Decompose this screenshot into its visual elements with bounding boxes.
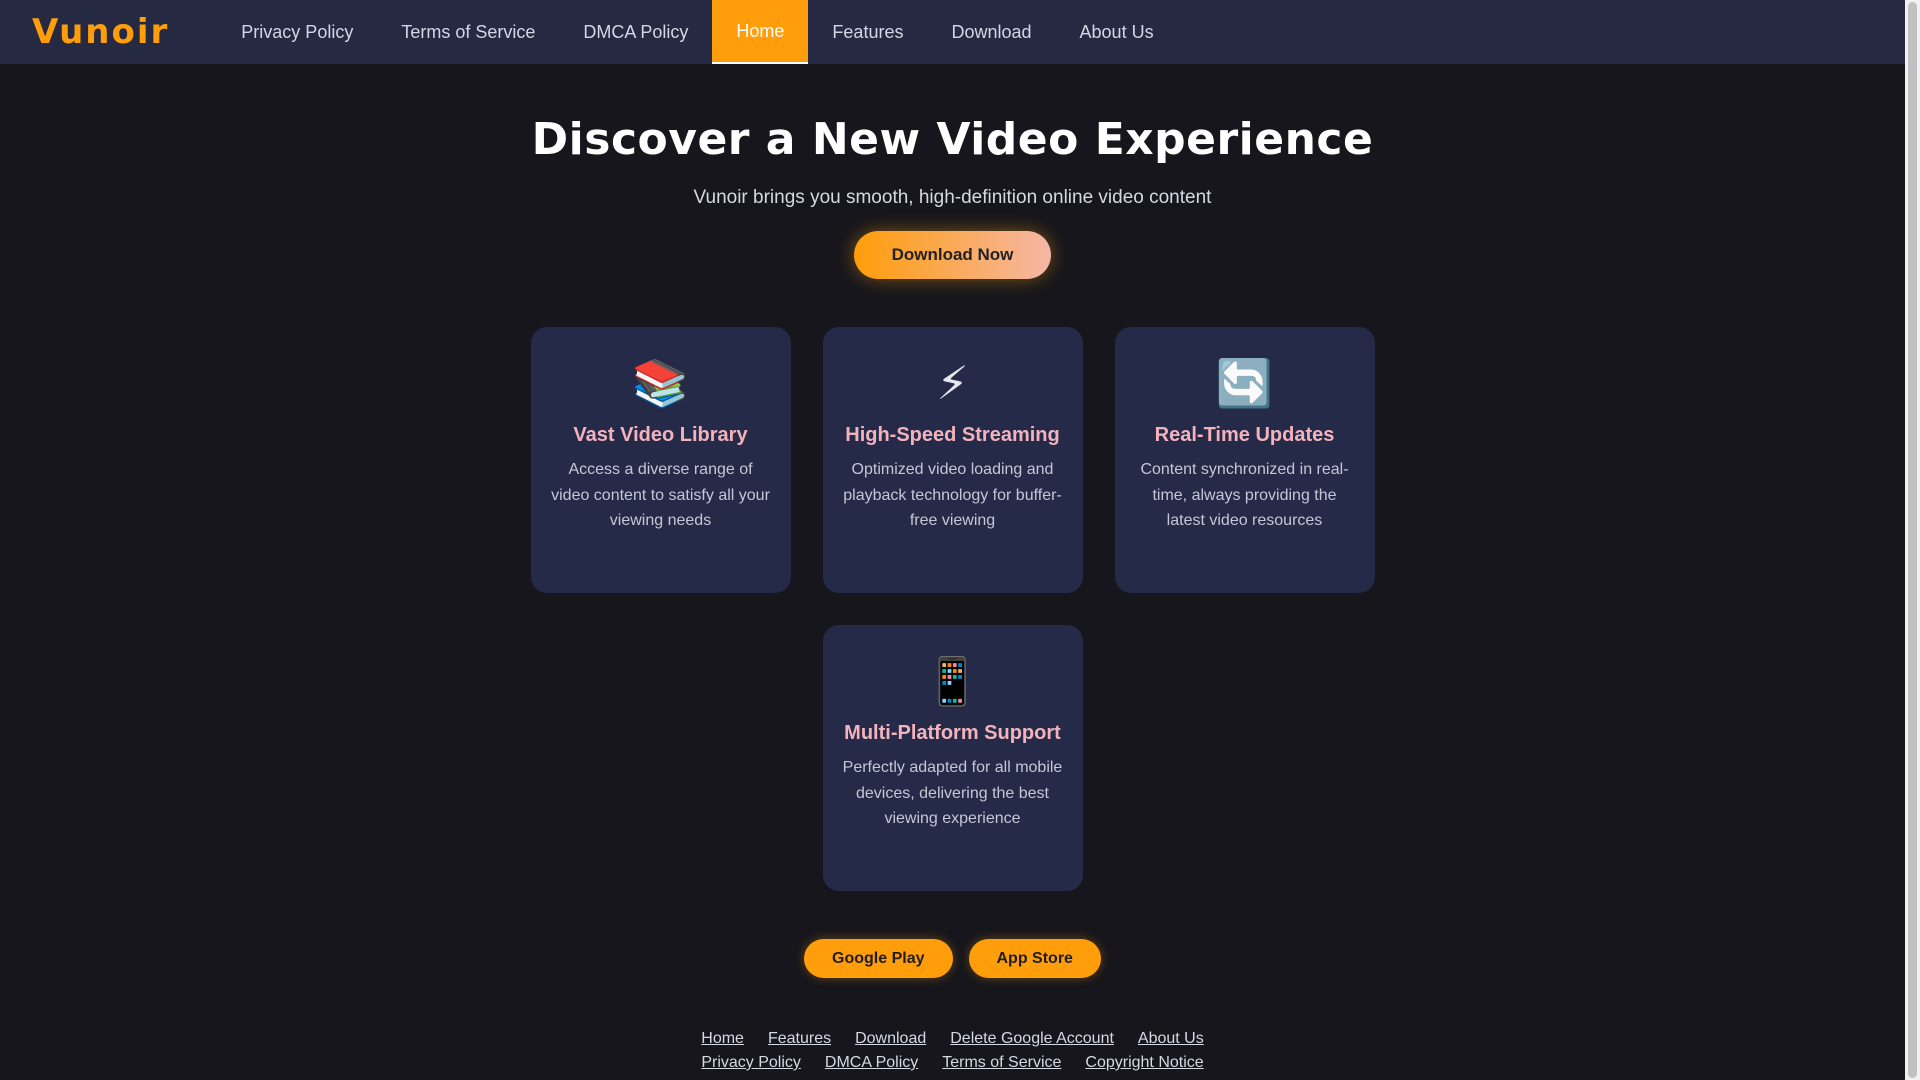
refresh-icon: 🔄 bbox=[1215, 357, 1274, 409]
footer-link-features[interactable]: Features bbox=[768, 1030, 831, 1048]
feature-description: Optimized video loading and playback tec… bbox=[843, 461, 1062, 529]
hero-subtitle: Vunoir brings you smooth, high-definitio… bbox=[693, 187, 1212, 208]
feature-description: Perfectly adapted for all mobile devices… bbox=[842, 759, 1063, 827]
feature-title: High-Speed Streaming bbox=[845, 424, 1060, 446]
footer-link-dmca-policy[interactable]: DMCA Policy bbox=[825, 1054, 918, 1072]
footer-link-delete-google-account[interactable]: Delete Google Account bbox=[950, 1030, 1114, 1048]
footer-link-copyright-notice[interactable]: Copyright Notice bbox=[1085, 1054, 1203, 1072]
nav-item-download[interactable]: Download bbox=[927, 0, 1055, 64]
nav-item-dmca-policy[interactable]: DMCA Policy bbox=[559, 0, 712, 64]
feature-title: Real-Time Updates bbox=[1154, 424, 1335, 446]
phone-icon: 📱 bbox=[923, 655, 982, 707]
top-nav: Vunoir Privacy Policy Terms of Service D… bbox=[0, 0, 1905, 64]
feature-card-high-speed-streaming: ⚡ High-Speed Streaming Optimized video l… bbox=[822, 327, 1083, 593]
feature-card-vast-video-library: 📚 Vast Video Library Access a diverse ra… bbox=[530, 327, 791, 593]
nav-item-home[interactable]: Home bbox=[712, 0, 809, 64]
nav-item-features[interactable]: Features bbox=[808, 0, 927, 64]
feature-title: Vast Video Library bbox=[573, 424, 748, 446]
feature-card-multi-platform-support: 📱 Multi-Platform Support Perfectly adapt… bbox=[822, 625, 1083, 891]
footer-link-home[interactable]: Home bbox=[701, 1030, 744, 1048]
footer-link-terms-of-service[interactable]: Terms of Service bbox=[942, 1054, 1061, 1072]
footer-link-download[interactable]: Download bbox=[855, 1030, 926, 1048]
footer: Home Features Download Delete Google Acc… bbox=[0, 1030, 1905, 1072]
nav-item-privacy-policy[interactable]: Privacy Policy bbox=[217, 0, 377, 64]
lightning-icon: ⚡ bbox=[936, 357, 969, 409]
hero-section: Discover a New Video Experience Vunoir b… bbox=[0, 64, 1905, 279]
feature-description: Content synchronized in real-time, alway… bbox=[1140, 461, 1349, 529]
feature-card-real-time-updates: 🔄 Real-Time Updates Content synchronized… bbox=[1114, 327, 1375, 593]
google-play-button[interactable]: Google Play bbox=[804, 939, 953, 978]
hero-title: Discover a New Video Experience bbox=[531, 114, 1374, 165]
feature-description: Access a diverse range of video content … bbox=[551, 461, 770, 529]
nav-item-terms-of-service[interactable]: Terms of Service bbox=[377, 0, 559, 64]
page: Vunoir Privacy Policy Terms of Service D… bbox=[0, 0, 1905, 1080]
brand-logo[interactable]: Vunoir bbox=[32, 0, 169, 64]
store-buttons: Google Play App Store bbox=[0, 939, 1905, 978]
books-icon: 📚 bbox=[631, 357, 690, 409]
nav-links: Privacy Policy Terms of Service DMCA Pol… bbox=[217, 0, 1177, 64]
footer-link-about-us[interactable]: About Us bbox=[1138, 1030, 1204, 1048]
footer-link-privacy-policy[interactable]: Privacy Policy bbox=[701, 1054, 801, 1072]
footer-links-row-2: Privacy Policy DMCA Policy Terms of Serv… bbox=[0, 1054, 1905, 1072]
feature-cards: 📚 Vast Video Library Access a diverse ra… bbox=[513, 327, 1393, 891]
feature-title: Multi-Platform Support bbox=[844, 722, 1061, 744]
nav-item-about-us[interactable]: About Us bbox=[1056, 0, 1178, 64]
vertical-scrollbar[interactable] bbox=[1905, 0, 1920, 1080]
download-now-button[interactable]: Download Now bbox=[854, 231, 1051, 279]
scrollbar-thumb[interactable] bbox=[1908, 2, 1917, 1078]
footer-links-row-1: Home Features Download Delete Google Acc… bbox=[0, 1030, 1905, 1048]
app-store-button[interactable]: App Store bbox=[968, 939, 1101, 978]
